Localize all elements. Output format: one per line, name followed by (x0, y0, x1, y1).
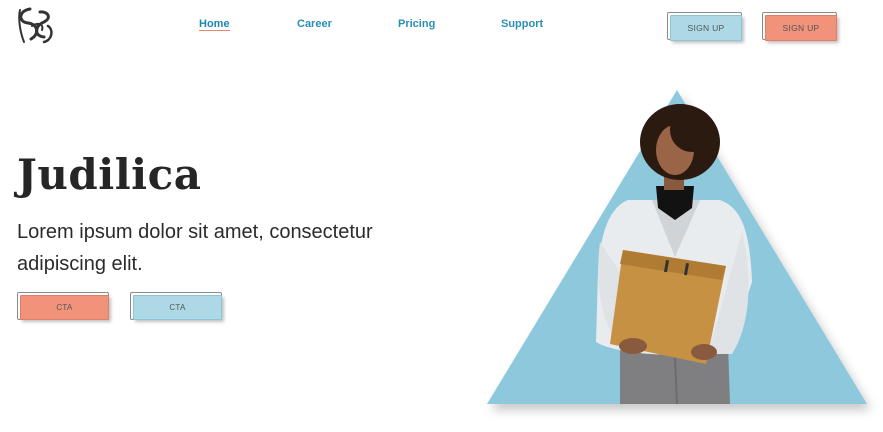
hero-title: Judilica (17, 150, 202, 199)
nav-support-link[interactable]: Support (501, 18, 543, 30)
signup-button-blue[interactable]: SIGN UP (670, 15, 742, 41)
nav-career-link[interactable]: Career (297, 18, 332, 30)
cta-button-primary[interactable]: CTA (20, 295, 109, 320)
signup-button-salmon[interactable]: SIGN UP (765, 15, 837, 41)
hero-subtitle: Lorem ipsum dolor sit amet, consectetur … (17, 221, 373, 275)
main-nav: Home Career Pricing Support (0, 18, 883, 36)
cta-button-secondary[interactable]: CTA (133, 295, 222, 320)
nav-home-link[interactable]: Home (199, 18, 230, 31)
nav-pricing-link[interactable]: Pricing (398, 18, 435, 30)
hero-image (487, 90, 867, 405)
